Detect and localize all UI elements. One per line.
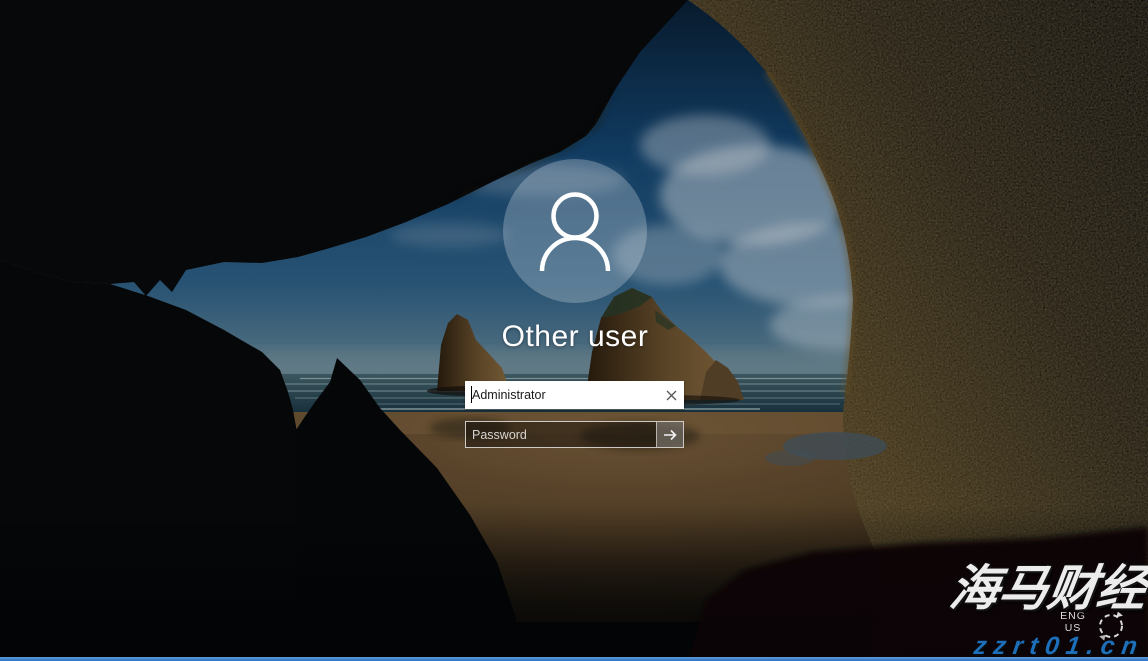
submit-arrow-icon [662,427,678,443]
person-icon [503,159,647,303]
windows-login-screen: Other user ENG US 海马财经 zzrt01.cn [0,0,1148,661]
password-field[interactable] [465,421,684,448]
password-input[interactable] [472,422,656,447]
username-input[interactable] [472,388,658,402]
clear-x-icon [666,390,677,401]
page-title: Other user [375,320,775,354]
username-field[interactable] [465,381,684,409]
avatar [503,159,647,303]
clear-button[interactable] [658,382,684,408]
watermark-brand: 海马财经 [946,563,1148,617]
submit-button[interactable] [656,422,683,447]
text-caret [471,386,472,403]
bottom-accent-bar [0,657,1148,661]
